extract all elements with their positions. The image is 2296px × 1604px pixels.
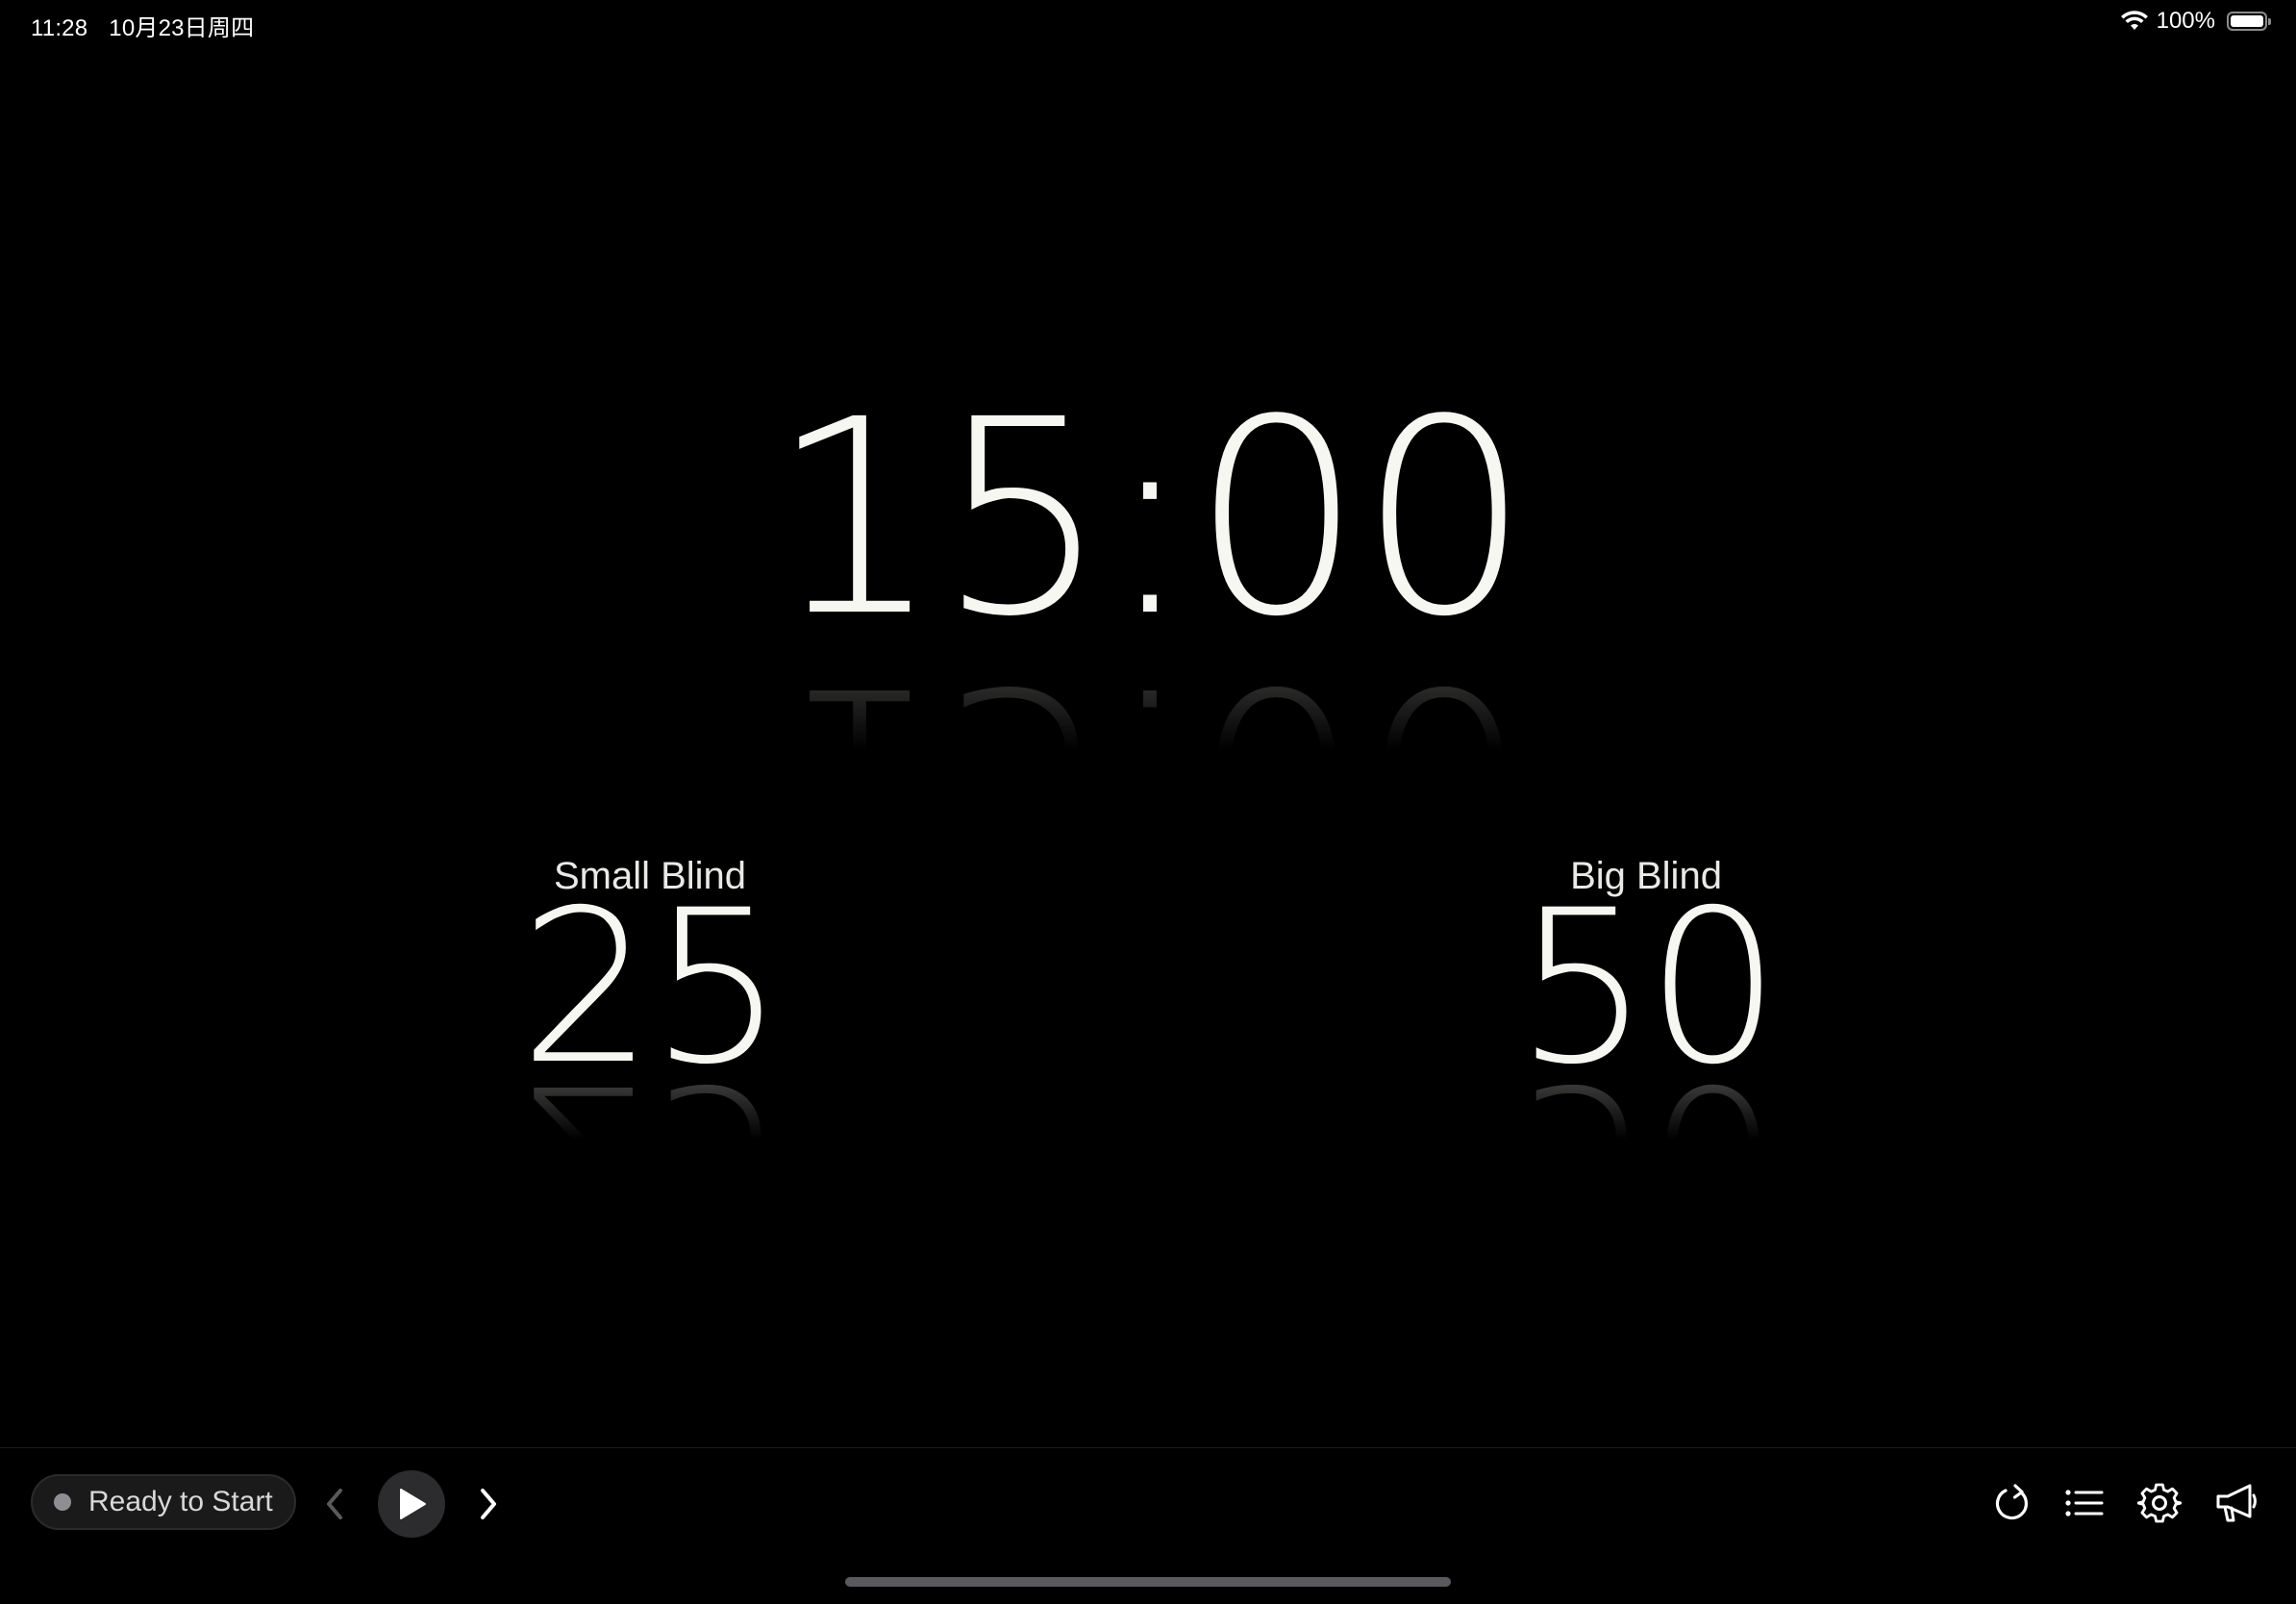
big-blind-value: 50 [1515, 865, 1781, 1111]
list-icon [2065, 1490, 2104, 1516]
home-indicator[interactable] [845, 1577, 1451, 1587]
levels-list-button[interactable] [2059, 1478, 2109, 1528]
timer-reflection-text: 15:00 [770, 648, 1527, 754]
status-time: 11:28 [31, 15, 88, 41]
small-blind: Small Blind 25 25 [448, 851, 852, 1151]
wifi-icon [2120, 11, 2148, 30]
status-date: 10月23日周四 [109, 15, 255, 41]
play-button[interactable] [378, 1470, 445, 1538]
timer-display: 15:00 [769, 363, 1531, 676]
timer-section: 15:00 15:00 [0, 385, 2296, 754]
big-blind-reflection: 50 [1444, 1074, 1848, 1151]
battery-icon [2227, 12, 2271, 31]
megaphone-icon [2216, 1484, 2257, 1522]
battery-percent: 100% [2156, 8, 2215, 34]
battery-fill [2231, 15, 2263, 27]
next-level-button[interactable] [462, 1477, 515, 1531]
status-left: 11:28 10月23日周四 [31, 9, 254, 42]
reset-icon [1995, 1484, 2029, 1520]
app-screen: 11:28 10月23日周四 100% 15:00 15:00 Small Bli… [0, 0, 2296, 1604]
status-bar: 11:28 10月23日周四 100% [0, 0, 2296, 46]
small-blind-value: 25 [519, 865, 785, 1111]
previous-level-button[interactable] [308, 1477, 362, 1531]
small-blind-reflection: 25 [448, 1074, 852, 1151]
big-blind: Big Blind 50 50 [1444, 851, 1848, 1151]
play-icon [400, 1489, 426, 1519]
reset-button[interactable] [1988, 1478, 2038, 1528]
chevron-right-icon [481, 1489, 496, 1519]
status-text: Ready to Start [88, 1486, 273, 1517]
gear-icon [2137, 1483, 2182, 1523]
announce-button[interactable] [2211, 1478, 2261, 1528]
timer-reflection: 15:00 [0, 648, 2296, 754]
status-dot [54, 1493, 71, 1511]
settings-button[interactable] [2134, 1478, 2184, 1528]
chevron-left-icon [327, 1489, 342, 1519]
status-pill: Ready to Start [31, 1474, 296, 1530]
big-blind-reflection-text: 50 [1515, 1074, 1777, 1151]
small-blind-reflection-text: 25 [519, 1074, 781, 1151]
bottom-toolbar: Ready to Start [0, 1447, 2296, 1559]
status-right: 100% [2120, 8, 2271, 35]
